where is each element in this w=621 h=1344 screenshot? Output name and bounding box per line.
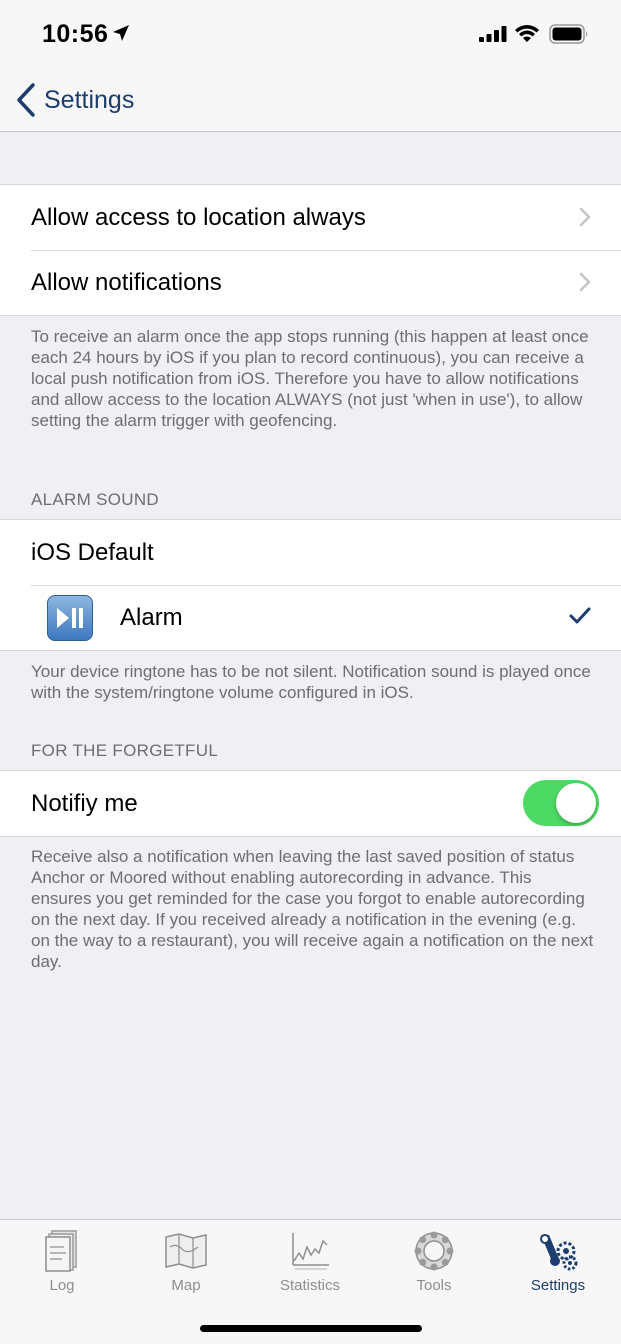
- chevron-right-icon: [579, 207, 591, 227]
- chevron-left-icon: [17, 83, 35, 117]
- navigation-bar: Settings: [0, 68, 621, 132]
- tab-settings[interactable]: Settings: [496, 1220, 620, 1304]
- ios-default-label: iOS Default: [31, 538, 154, 566]
- statistics-icon: [292, 1233, 329, 1270]
- notify-me-toggle[interactable]: [523, 780, 599, 826]
- gears-icon: [540, 1234, 578, 1271]
- notify-me-row: Notifiy me: [0, 771, 621, 836]
- back-button-label: Settings: [44, 85, 135, 114]
- tab-log[interactable]: Log: [0, 1220, 124, 1304]
- play-pause-icon: [47, 594, 93, 641]
- forgetful-header: FOR THE FORGETFUL: [31, 741, 219, 760]
- alarm-sound-footer: Your device ringtone has to be not silen…: [31, 662, 591, 702]
- tab-statistics-label: Statistics: [279, 1277, 340, 1294]
- permissions-footer: To receive an alarm once the app stops r…: [31, 327, 589, 430]
- notifications-row[interactable]: Allow notifications: [0, 250, 621, 315]
- tab-tools-label: Tools: [416, 1277, 452, 1294]
- alarm-sound-header: ALARM SOUND: [31, 490, 159, 509]
- back-button[interactable]: Settings: [16, 82, 134, 118]
- wifi-icon: [515, 25, 539, 42]
- toggle-knob: [556, 783, 596, 823]
- tab-map[interactable]: Map: [124, 1220, 248, 1304]
- location-arrow-icon: [113, 25, 129, 41]
- alarm-sound-group: iOS Default Alarm: [0, 519, 621, 651]
- ios-default-row[interactable]: iOS Default: [0, 520, 621, 585]
- status-bar: 10:56: [0, 0, 621, 68]
- battery-icon: [549, 24, 588, 44]
- chevron-right-icon: [579, 272, 591, 292]
- notifications-label: Allow notifications: [31, 268, 222, 296]
- tab-log-label: Log: [49, 1277, 75, 1294]
- map-icon: [165, 1233, 207, 1269]
- tab-settings-label: Settings: [530, 1277, 586, 1294]
- forgetful-group: Notifiy me: [0, 770, 621, 837]
- cellular-signal-icon: [479, 26, 507, 42]
- alarm-row[interactable]: Alarm: [0, 585, 621, 650]
- tab-statistics[interactable]: Statistics: [248, 1220, 372, 1304]
- permissions-group: Allow access to location always Allow no…: [0, 184, 621, 316]
- home-indicator[interactable]: [200, 1325, 422, 1332]
- forgetful-footer: Receive also a notification when leaving…: [31, 847, 594, 971]
- notify-me-label: Notifiy me: [31, 789, 138, 817]
- tab-map-label: Map: [171, 1277, 201, 1294]
- location-access-row[interactable]: Allow access to location always: [0, 185, 621, 250]
- location-access-label: Allow access to location always: [31, 203, 366, 231]
- logbook-icon: [45, 1230, 77, 1272]
- status-time: 10:56: [42, 20, 109, 48]
- life-ring-icon: [414, 1231, 454, 1271]
- checkmark-icon: [569, 607, 591, 624]
- tab-tools[interactable]: Tools: [372, 1220, 496, 1304]
- alarm-label: Alarm: [120, 603, 183, 631]
